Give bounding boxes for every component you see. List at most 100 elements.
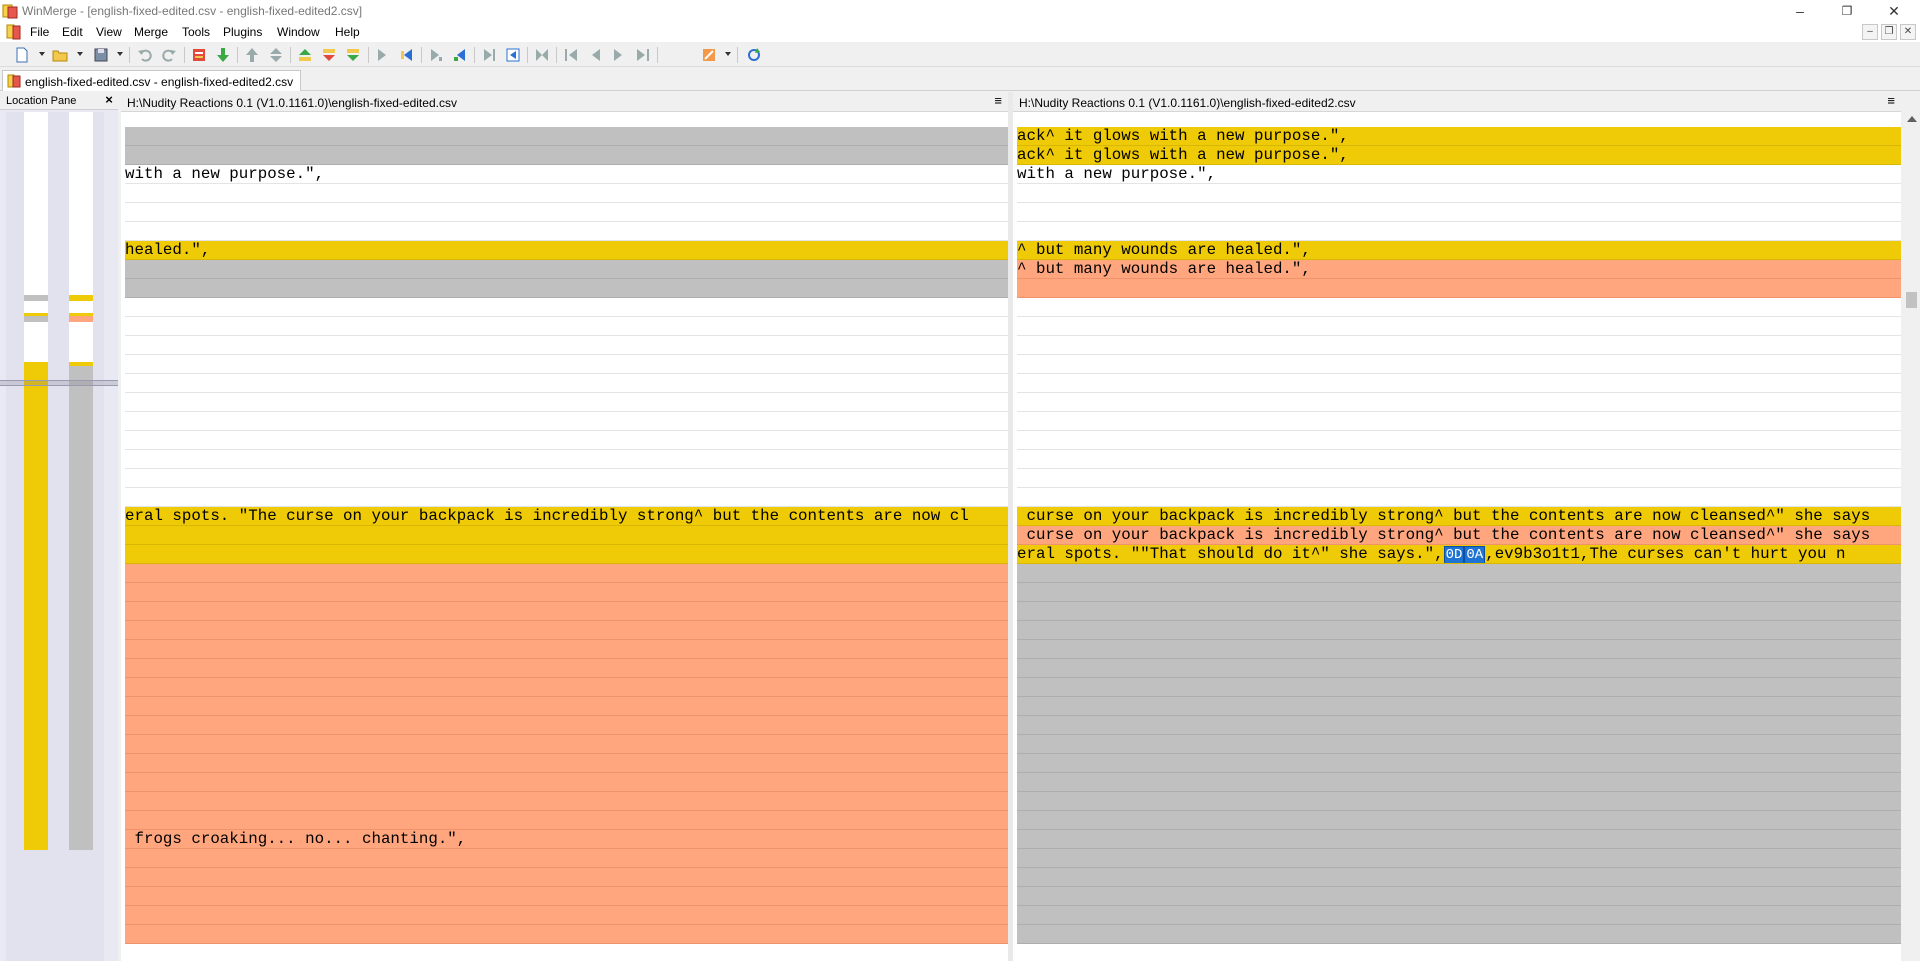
- diff-line[interactable]: eral spots. "The curse on your backpack …: [125, 507, 1008, 526]
- right-file-pane[interactable]: H:\Nudity Reactions 0.1 (V1.0.1161.0)\en…: [1013, 92, 1901, 961]
- diff-line[interactable]: [1017, 868, 1901, 887]
- diff-line[interactable]: [1017, 469, 1901, 488]
- chevron-down-icon[interactable]: [77, 52, 83, 56]
- pane-menu-icon[interactable]: ≡: [994, 93, 1002, 108]
- copy-left-icon[interactable]: [397, 45, 417, 65]
- diff-line[interactable]: healed.",: [125, 241, 1008, 260]
- location-pane-body[interactable]: [6, 112, 104, 961]
- diff-line[interactable]: [1017, 754, 1901, 773]
- right-text-area[interactable]: ack^ it glows with a new purpose.", ack^ …: [1017, 112, 1901, 961]
- diff-line[interactable]: [1017, 317, 1901, 336]
- prev-diff-icon[interactable]: [242, 45, 262, 65]
- menu-help[interactable]: Help: [335, 25, 360, 39]
- diff-line[interactable]: [1017, 792, 1901, 811]
- diff-line[interactable]: [1017, 564, 1901, 583]
- diff-line[interactable]: [1017, 355, 1901, 374]
- next-conflict-icon[interactable]: [609, 45, 629, 65]
- first-diff-icon[interactable]: [295, 45, 315, 65]
- diff-line[interactable]: [125, 260, 1008, 279]
- copy-right-icon[interactable]: [373, 45, 393, 65]
- diff-line[interactable]: [125, 184, 1008, 203]
- diff-line[interactable]: [1017, 298, 1901, 317]
- new-document-icon[interactable]: [12, 45, 32, 65]
- diff-line[interactable]: [1017, 412, 1901, 431]
- diff-line[interactable]: [125, 127, 1008, 146]
- diff-line[interactable]: eral spots. ""That should do it^" she sa…: [1017, 545, 1901, 564]
- diff-line[interactable]: [125, 659, 1008, 678]
- diff-line[interactable]: [125, 469, 1008, 488]
- minimize-button[interactable]: –: [1777, 0, 1823, 22]
- diff-line[interactable]: with a new purpose.",: [125, 165, 1008, 184]
- diff-line[interactable]: [125, 298, 1008, 317]
- location-pane[interactable]: Location Pane ×: [0, 92, 118, 961]
- location-bar-left[interactable]: [24, 112, 48, 961]
- chevron-down-icon[interactable]: [39, 52, 45, 56]
- menu-tools[interactable]: Tools: [182, 25, 210, 39]
- diff-line[interactable]: [125, 925, 1008, 944]
- scroll-up-icon[interactable]: [1907, 116, 1917, 122]
- diff-line[interactable]: frogs croaking... no... chanting.",: [125, 830, 1008, 849]
- open-folder-icon[interactable]: [50, 45, 70, 65]
- diff-line[interactable]: [125, 393, 1008, 412]
- last-diff-icon[interactable]: [343, 45, 363, 65]
- diff-line[interactable]: [125, 621, 1008, 640]
- document-icon[interactable]: [6, 24, 22, 40]
- diff-line[interactable]: [125, 146, 1008, 165]
- redo-icon[interactable]: [159, 45, 179, 65]
- diff-line[interactable]: [1017, 849, 1901, 868]
- diff-line[interactable]: [125, 336, 1008, 355]
- diff-line[interactable]: [125, 754, 1008, 773]
- diff-line[interactable]: [1017, 336, 1901, 355]
- all-left-icon[interactable]: [503, 45, 523, 65]
- diff-line[interactable]: curse on your backpack is incredibly str…: [1017, 507, 1901, 526]
- diff-line[interactable]: [125, 279, 1008, 298]
- diff-line[interactable]: [1017, 830, 1901, 849]
- diff-line[interactable]: [1017, 184, 1901, 203]
- left-text-area[interactable]: with a new purpose.", healed.", eral spots…: [125, 112, 1008, 961]
- chevron-down-icon[interactable]: [725, 52, 731, 56]
- diff-line[interactable]: ack^ it glows with a new purpose.",: [1017, 146, 1901, 165]
- menu-file[interactable]: File: [30, 25, 49, 39]
- diff-line[interactable]: with a new purpose.",: [1017, 165, 1901, 184]
- tab-comparison[interactable]: english-fixed-edited.csv - english-fixed…: [2, 70, 301, 91]
- diff-line[interactable]: [125, 735, 1008, 754]
- diff-line[interactable]: [125, 602, 1008, 621]
- chevron-down-icon[interactable]: [117, 52, 123, 56]
- diff-line[interactable]: [125, 868, 1008, 887]
- diff-line[interactable]: [1017, 925, 1901, 944]
- diff-line[interactable]: [125, 697, 1008, 716]
- diff-line[interactable]: [1017, 697, 1901, 716]
- diff-line[interactable]: [1017, 393, 1901, 412]
- diff-line[interactable]: [1017, 374, 1901, 393]
- current-diff-icon[interactable]: [319, 45, 339, 65]
- diff-line[interactable]: [1017, 222, 1901, 241]
- menu-merge[interactable]: Merge: [134, 25, 168, 39]
- diff-line[interactable]: [125, 450, 1008, 469]
- prev-conflict-icon[interactable]: [585, 45, 605, 65]
- diff-line[interactable]: [125, 887, 1008, 906]
- diff-line[interactable]: [125, 545, 1008, 564]
- first-conflict-icon[interactable]: [561, 45, 581, 65]
- diff-line[interactable]: curse on your backpack is incredibly str…: [1017, 526, 1901, 545]
- undo-icon[interactable]: [135, 45, 155, 65]
- diff-line[interactable]: [1017, 431, 1901, 450]
- diff-line[interactable]: [125, 112, 1008, 127]
- diff-line[interactable]: ^ but many wounds are healed.",: [1017, 241, 1901, 260]
- diff-line[interactable]: [125, 716, 1008, 735]
- diff-line[interactable]: [1017, 773, 1901, 792]
- diff-line[interactable]: [125, 317, 1008, 336]
- diff-line[interactable]: [125, 431, 1008, 450]
- diff-line[interactable]: [125, 222, 1008, 241]
- options-icon[interactable]: [699, 45, 719, 65]
- close-button[interactable]: ✕: [1871, 0, 1917, 22]
- diff-line[interactable]: [125, 564, 1008, 583]
- pane-menu-icon[interactable]: ≡: [1887, 93, 1895, 108]
- diff-line[interactable]: [125, 583, 1008, 602]
- location-viewport-indicator[interactable]: [0, 380, 118, 386]
- mdi-minimize-button[interactable]: –: [1862, 24, 1878, 40]
- diff-line[interactable]: [1017, 735, 1901, 754]
- last-conflict-icon[interactable]: [633, 45, 653, 65]
- diff-line[interactable]: ack^ it glows with a new purpose.",: [1017, 127, 1901, 146]
- location-bar-right[interactable]: [69, 112, 93, 961]
- diff-line[interactable]: [125, 412, 1008, 431]
